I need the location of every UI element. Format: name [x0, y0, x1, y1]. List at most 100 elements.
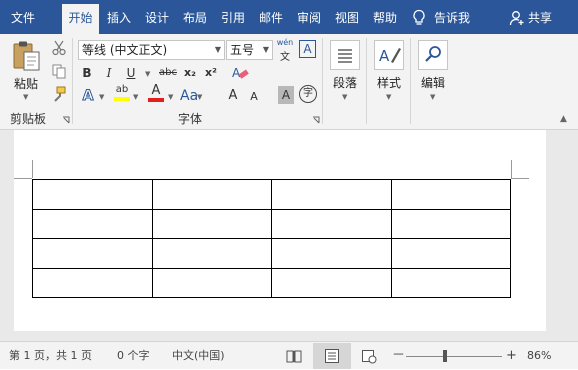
- font-name-value: 等线 (中文正文): [82, 43, 168, 57]
- phonetic-guide-top[interactable]: wén: [276, 38, 294, 47]
- table-cell[interactable]: [271, 267, 392, 298]
- menu-layout[interactable]: 布局: [177, 0, 213, 34]
- read-mode-icon[interactable]: [286, 348, 302, 364]
- menu-references[interactable]: 引用: [215, 0, 251, 34]
- web-layout-icon[interactable]: [361, 348, 377, 364]
- table-cell[interactable]: [390, 179, 511, 210]
- menu-home[interactable]: 开始: [62, 4, 99, 34]
- character-shading-button[interactable]: A: [278, 86, 294, 104]
- phonetic-guide-button[interactable]: 文: [276, 48, 294, 63]
- strikethrough-button[interactable]: abc: [157, 63, 179, 83]
- table-cell[interactable]: [32, 238, 153, 269]
- zoom-in-button[interactable]: +: [506, 342, 517, 370]
- highlight-button[interactable]: ab: [114, 84, 130, 102]
- svg-text:A: A: [379, 47, 390, 65]
- print-layout-icon[interactable]: [324, 348, 340, 364]
- editing-dropdown-icon[interactable]: ▼: [430, 92, 435, 102]
- chevron-down-icon[interactable]: ▼: [263, 41, 269, 59]
- enclose-characters-button[interactable]: 字: [299, 85, 317, 103]
- table-cell[interactable]: [32, 267, 153, 298]
- table-cell[interactable]: [390, 208, 511, 239]
- table-cell[interactable]: [151, 179, 272, 210]
- document-page[interactable]: [14, 130, 546, 331]
- paragraph-button[interactable]: 段落: [328, 74, 362, 91]
- page-count[interactable]: 第 1 页，共 1 页: [9, 342, 92, 370]
- aa-case-button[interactable]: Aa: [180, 86, 198, 106]
- zoom-slider-track[interactable]: [406, 356, 502, 357]
- highlight-dropdown-icon[interactable]: ▼: [133, 92, 138, 102]
- chevron-down-icon[interactable]: ▼: [215, 41, 221, 59]
- menu-bar: 文件 开始 插入 设计 布局 引用 邮件 审阅 视图 帮助 告诉我 共享: [0, 0, 578, 34]
- table-cell[interactable]: [271, 179, 392, 210]
- word-count[interactable]: 0 个字: [117, 342, 150, 370]
- paragraph-dropdown-icon[interactable]: ▼: [342, 92, 347, 102]
- table-cell[interactable]: [32, 208, 153, 239]
- menu-view[interactable]: 视图: [329, 0, 365, 34]
- share-person-icon: [509, 11, 524, 26]
- zoom-slider-thumb[interactable]: [443, 350, 447, 362]
- table-row: [32, 179, 511, 210]
- underline-dropdown-icon[interactable]: ▼: [145, 69, 150, 79]
- grow-font-button[interactable]: A: [226, 86, 240, 106]
- paste-button[interactable]: 粘贴: [10, 75, 42, 92]
- text-effects-button[interactable]: A: [80, 86, 96, 106]
- table-row: [32, 208, 511, 239]
- font-color-label: A: [151, 83, 161, 98]
- font-launcher-icon[interactable]: [312, 116, 320, 124]
- menu-mailings[interactable]: 邮件: [253, 0, 289, 34]
- zoom-out-button[interactable]: －: [392, 342, 405, 370]
- font-size-combo[interactable]: 五号 ▼: [226, 40, 273, 60]
- clipboard-launcher-icon[interactable]: [62, 116, 70, 124]
- italic-button[interactable]: I: [102, 63, 116, 83]
- menu-help[interactable]: 帮助: [367, 0, 403, 34]
- status-bar: 第 1 页，共 1 页 0 个字 中文(中国) － + 86%: [0, 341, 578, 369]
- underline-button[interactable]: U: [124, 63, 138, 83]
- search-icon[interactable]: [418, 40, 448, 70]
- paste-icon[interactable]: [12, 40, 42, 72]
- format-painter-icon[interactable]: [51, 86, 67, 102]
- highlight-label: ab: [115, 84, 129, 95]
- bold-button[interactable]: B: [80, 63, 94, 83]
- superscript-button[interactable]: x²: [203, 63, 219, 83]
- font-color-dropdown-icon[interactable]: ▼: [168, 92, 173, 102]
- font-size-value: 五号: [230, 43, 255, 57]
- table-cell[interactable]: [151, 267, 272, 298]
- table-cell[interactable]: [271, 238, 392, 269]
- language-indicator[interactable]: 中文(中国): [172, 342, 225, 370]
- table-cell[interactable]: [151, 238, 272, 269]
- table-cell[interactable]: [390, 238, 511, 269]
- table-cell[interactable]: [271, 208, 392, 239]
- share-button[interactable]: 共享: [528, 0, 556, 34]
- paste-dropdown-icon[interactable]: ▼: [23, 92, 28, 102]
- clear-formatting-icon[interactable]: A: [231, 64, 249, 82]
- menu-design[interactable]: 设计: [139, 0, 175, 34]
- tell-me-box[interactable]: 告诉我: [434, 0, 484, 34]
- table-row: [32, 267, 511, 298]
- menu-review[interactable]: 审阅: [291, 0, 327, 34]
- character-border-button[interactable]: A: [299, 40, 316, 58]
- styles-button[interactable]: 样式: [372, 74, 406, 91]
- zoom-level[interactable]: 86%: [527, 342, 551, 370]
- menu-insert[interactable]: 插入: [101, 0, 137, 34]
- editing-button[interactable]: 编辑: [416, 74, 450, 91]
- table-cell[interactable]: [151, 208, 272, 239]
- text-effects-dropdown-icon[interactable]: ▼: [99, 92, 104, 102]
- shrink-font-button[interactable]: A: [247, 87, 261, 107]
- change-case-dropdown-icon[interactable]: ▼: [197, 92, 202, 102]
- paragraph-icon[interactable]: [330, 40, 360, 70]
- table-cell[interactable]: [390, 267, 511, 298]
- margin-mark: [511, 160, 512, 178]
- styles-dropdown-icon[interactable]: ▼: [386, 92, 391, 102]
- font-color-button[interactable]: A: [148, 84, 164, 102]
- separator: [72, 38, 73, 124]
- copy-icon[interactable]: [51, 63, 67, 79]
- styles-icon[interactable]: A: [374, 40, 404, 70]
- cut-icon[interactable]: [51, 40, 67, 56]
- subscript-button[interactable]: x₂: [182, 63, 198, 83]
- table-cell[interactable]: [32, 179, 153, 210]
- vertical-scrollbar[interactable]: [565, 130, 578, 341]
- collapse-ribbon-icon[interactable]: ▲: [560, 114, 567, 124]
- separator: [366, 38, 367, 124]
- menu-file[interactable]: 文件: [0, 0, 46, 34]
- font-name-combo[interactable]: 等线 (中文正文) ▼: [78, 40, 225, 60]
